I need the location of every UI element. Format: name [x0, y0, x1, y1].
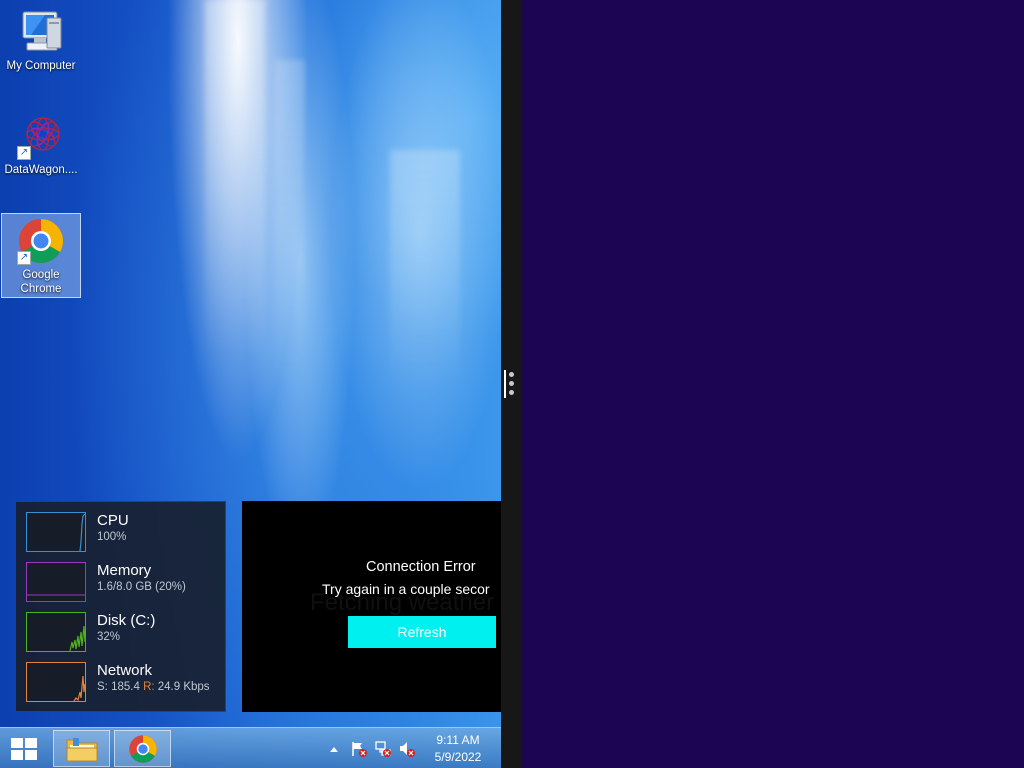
desktop-icon-google-chrome[interactable]: ↗ Google Chrome: [1, 213, 81, 298]
up-arrow-icon: [330, 746, 338, 752]
tray-overflow-button[interactable]: [328, 728, 340, 768]
tray-volume[interactable]: [398, 728, 416, 768]
disk-value: 32%: [97, 631, 121, 643]
datawagon-icon: ↗: [17, 112, 65, 160]
splitter-grip-dot: [509, 390, 514, 395]
desktop[interactable]: My Computer ↗ DataWagon.... ↗ Google Chr…: [0, 0, 501, 768]
disk-title: Disk (C:): [97, 612, 156, 629]
wallpaper-streak: [205, 0, 265, 360]
cpu-monitor: CPU 100%: [26, 512, 221, 556]
network-graph: [26, 662, 86, 702]
memory-graph: [26, 562, 86, 602]
snap-splitter[interactable]: [501, 0, 522, 768]
snapped-app-pane[interactable]: [522, 0, 1024, 768]
tray-network[interactable]: [374, 728, 392, 768]
desktop-icon-label: Google Chrome: [20, 269, 62, 295]
network-monitor: Network S: 185.4 R: 24.9 Kbps: [26, 662, 221, 706]
chrome-icon: ↗: [17, 217, 65, 265]
network-send-value: 185.4: [111, 681, 140, 693]
clock-date: 5/9/2022: [434, 750, 482, 764]
my-computer-icon: [17, 8, 65, 56]
taskbar-chrome-button[interactable]: [114, 730, 171, 767]
shortcut-arrow-icon: ↗: [17, 251, 31, 265]
start-button[interactable]: [8, 735, 40, 763]
splitter-handle-line: [504, 370, 506, 398]
cpu-value: 100%: [97, 531, 127, 543]
network-value: S: 185.4 R: 24.9 Kbps: [97, 681, 210, 693]
shortcut-arrow-icon: ↗: [17, 146, 31, 160]
wallpaper-streak: [390, 150, 460, 390]
windows-logo-icon: [11, 738, 37, 760]
desktop-icon-label: DataWagon....: [4, 164, 78, 176]
chrome-icon: [128, 734, 157, 763]
disk-monitor: Disk (C:) 32%: [26, 612, 221, 656]
connection-error-message: Try again in a couple secor: [322, 581, 490, 597]
connection-error-title: Connection Error: [366, 559, 476, 575]
network-title: Network: [97, 662, 153, 679]
network-recv-label: R:: [143, 681, 155, 693]
taskbar: 9:11 AM 5/9/2022: [0, 727, 501, 768]
memory-title: Memory: [97, 562, 152, 579]
disk-graph: [26, 612, 86, 652]
taskbar-file-explorer-button[interactable]: [53, 730, 110, 767]
clock-time: 9:11 AM: [436, 733, 480, 747]
weather-gadget[interactable]: Fetching weather Connection Error Try ag…: [242, 501, 501, 712]
cpu-graph: [26, 512, 86, 552]
system-monitor-gadget[interactable]: CPU 100% Memory 1.6/8.0 GB (20%) Disk (C…: [15, 501, 226, 712]
cpu-title: CPU: [97, 512, 129, 529]
folder-icon: [66, 737, 97, 761]
refresh-button[interactable]: Refresh: [348, 616, 496, 648]
taskbar-clock[interactable]: 9:11 AM 5/9/2022: [425, 732, 491, 766]
memory-monitor: Memory 1.6/8.0 GB (20%): [26, 562, 221, 606]
splitter-grip-dot: [509, 372, 514, 377]
volume-muted-icon: [400, 741, 415, 757]
network-recv-value: 24.9 Kbps: [157, 681, 210, 693]
desktop-icon-datawagon[interactable]: ↗ DataWagon....: [1, 112, 81, 182]
memory-value: 1.6/8.0 GB (20%): [97, 581, 186, 593]
wallpaper-streak: [275, 60, 305, 390]
splitter-grip-dot: [509, 381, 514, 386]
tray-action-center[interactable]: [350, 728, 368, 768]
desktop-icon-label: My Computer: [6, 60, 76, 72]
action-center-flag-icon: [352, 741, 367, 757]
desktop-icon-my-computer[interactable]: My Computer: [1, 8, 81, 78]
network-send-label: S:: [97, 681, 108, 693]
network-disconnected-icon: [375, 740, 391, 757]
